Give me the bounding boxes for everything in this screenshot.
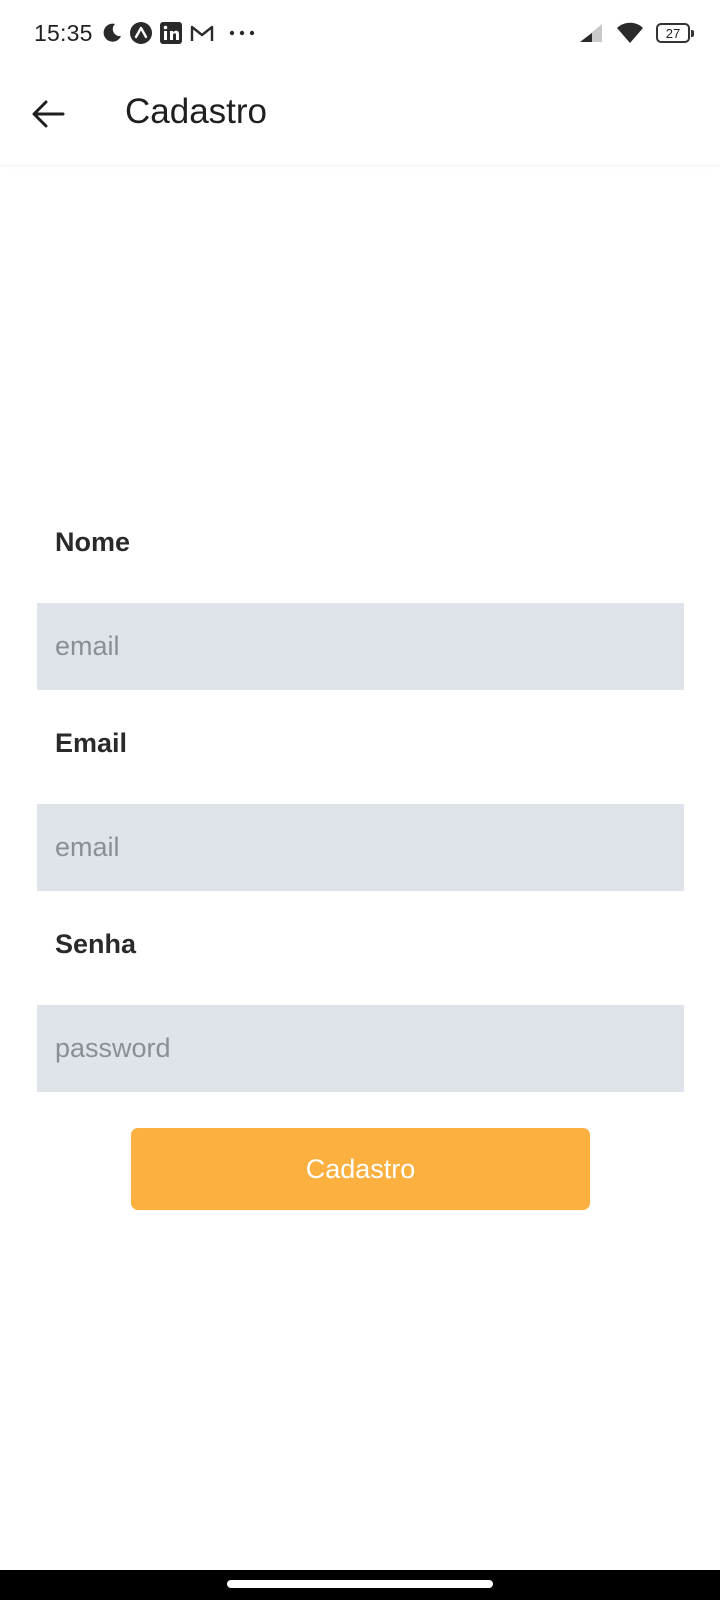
more-dots-icon [229, 28, 255, 38]
email-label: Email [55, 728, 128, 758]
name-label: Nome [55, 527, 131, 557]
battery-level: 27 [665, 25, 681, 41]
wifi-icon [616, 22, 644, 44]
status-time: 15:35 [34, 19, 93, 46]
status-left: 15:35 [34, 20, 255, 47]
signup-screen: 15:35 27 Cadastro Nome email Email email… [0, 0, 720, 1600]
email-input[interactable] [37, 804, 684, 891]
password-input[interactable] [37, 1005, 684, 1092]
system-navigation-bar [0, 1570, 720, 1600]
cellular-signal-icon [578, 22, 604, 44]
status-bar: 15:35 27 [0, 0, 720, 66]
linkedin-icon [159, 21, 183, 45]
battery-icon: 27 [656, 23, 694, 43]
signup-button[interactable]: Cadastro [131, 1128, 590, 1210]
app-bar: Cadastro [0, 66, 720, 166]
name-input[interactable] [37, 603, 684, 690]
app-a-icon [129, 21, 153, 45]
back-button[interactable] [28, 94, 68, 134]
home-indicator[interactable] [227, 1580, 493, 1588]
arrow-left-icon [32, 100, 65, 128]
status-right: 27 [578, 22, 694, 44]
gmail-icon [189, 22, 215, 44]
moon-icon [101, 22, 123, 44]
password-label: Senha [55, 929, 137, 959]
page-title: Cadastro [125, 92, 268, 131]
